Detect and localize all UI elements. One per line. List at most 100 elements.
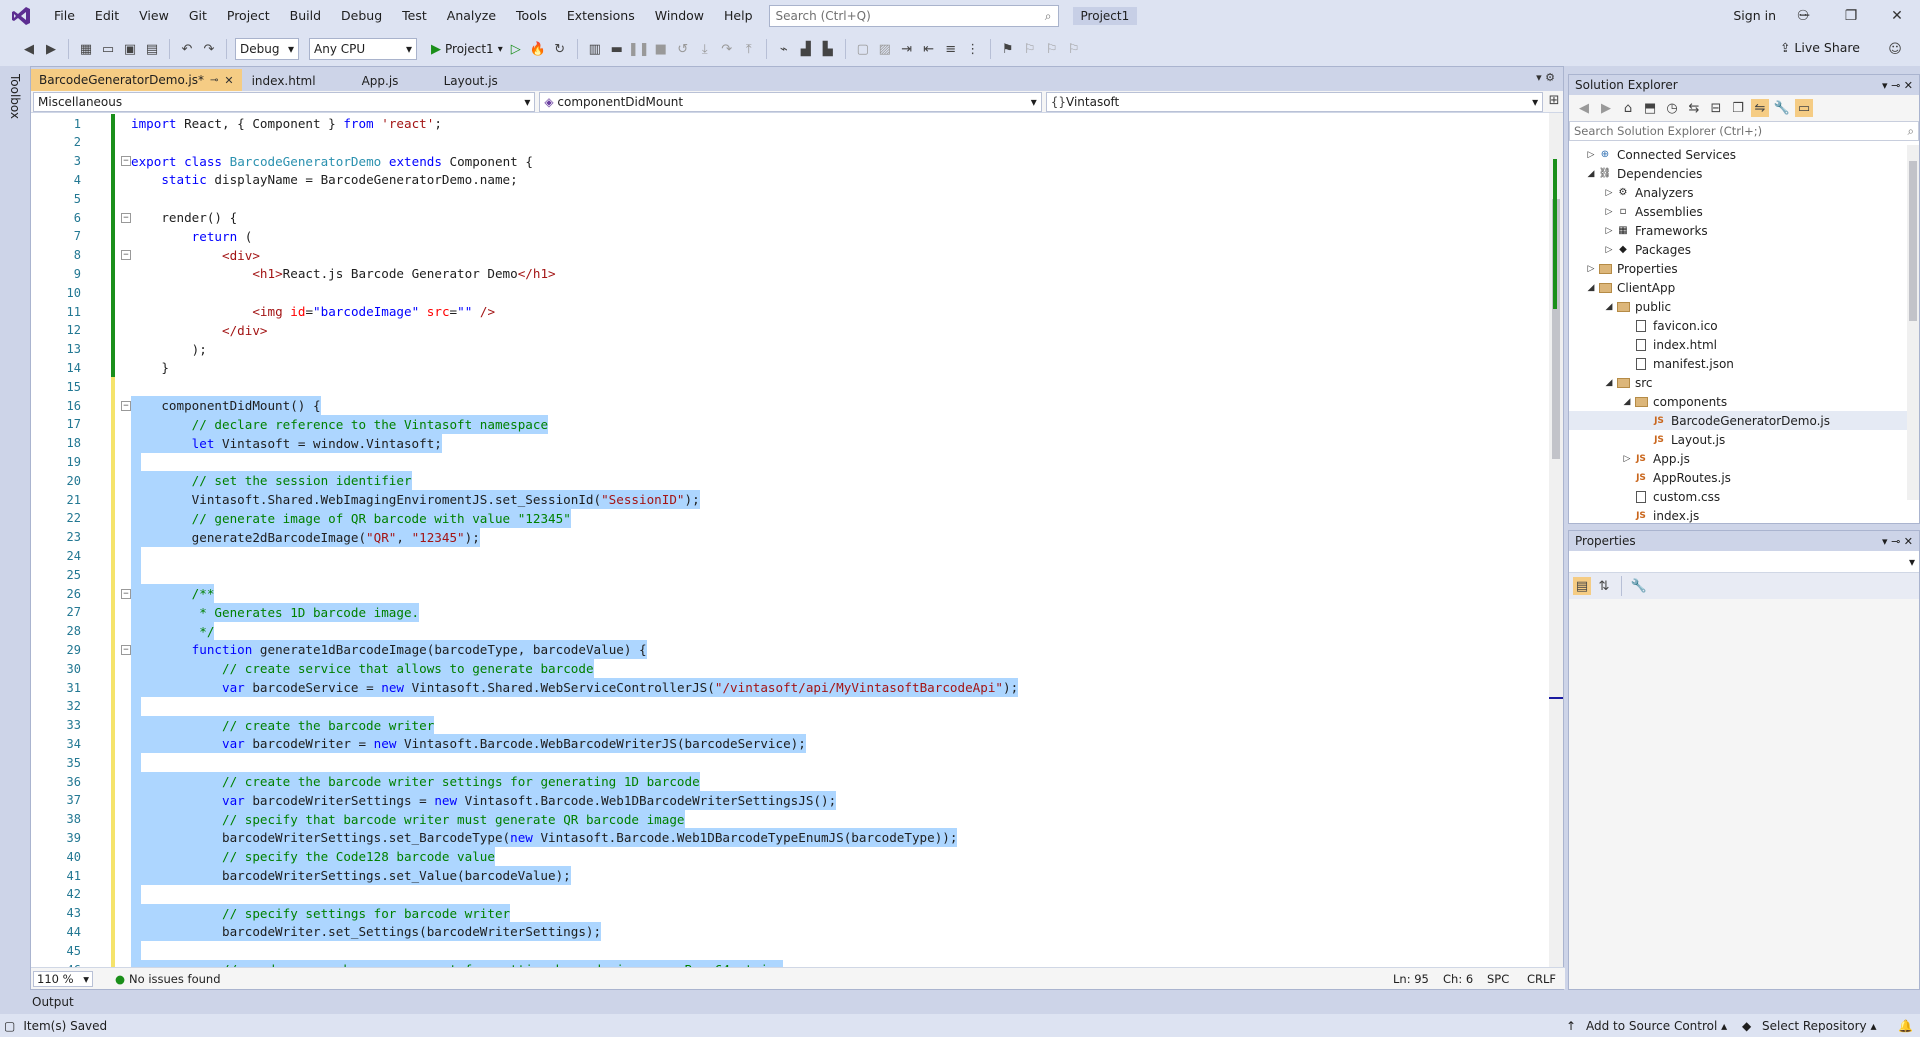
- pin-icon[interactable]: ⊸: [210, 75, 218, 86]
- panel-controls-icon[interactable]: ▾ ⊸ ✕: [1882, 535, 1913, 548]
- back-icon[interactable]: ◀: [1575, 99, 1593, 117]
- tree-item[interactable]: manifest.json: [1569, 354, 1909, 373]
- show-all-files-icon[interactable]: ❐: [1729, 99, 1747, 117]
- tab-layout-js[interactable]: Layout.js: [435, 71, 528, 91]
- split-editor-icon[interactable]: ⊞: [1545, 91, 1563, 109]
- uncomment-icon[interactable]: ▨: [876, 40, 894, 58]
- editor-vertical-scrollbar[interactable]: [1549, 113, 1563, 967]
- restore-button[interactable]: ❐: [1828, 0, 1874, 32]
- stop-icon[interactable]: ■: [652, 40, 670, 58]
- expand-arrow-icon[interactable]: ◢: [1585, 283, 1597, 293]
- output-tab[interactable]: Output: [30, 990, 1564, 1014]
- comment-block-icon[interactable]: ⋮: [964, 40, 982, 58]
- code-text-area[interactable]: 1 import React, { Component } from 'react…: [31, 113, 1531, 967]
- tree-item[interactable]: favicon.ico: [1569, 316, 1909, 335]
- layout-icon[interactable]: ▬: [608, 40, 626, 58]
- indent-icon[interactable]: ⇥: [898, 40, 916, 58]
- expand-arrow-icon[interactable]: ◢: [1603, 302, 1615, 312]
- select-repository-button[interactable]: Select Repository ▴: [1762, 1019, 1877, 1033]
- expand-arrow-icon[interactable]: ▷: [1603, 207, 1615, 217]
- expand-arrow-icon[interactable]: ◢: [1621, 397, 1633, 407]
- expand-arrow-icon[interactable]: ◢: [1603, 378, 1615, 388]
- bookmark-icon[interactable]: ⚑: [999, 40, 1017, 58]
- tree-item[interactable]: JS BarcodeGeneratorDemo.js: [1569, 411, 1909, 430]
- tree-item[interactable]: ▷ ▦ Frameworks: [1569, 221, 1909, 240]
- menu-item-debug[interactable]: Debug: [331, 0, 392, 32]
- tree-item[interactable]: JS Layout.js: [1569, 430, 1909, 449]
- issues-status[interactable]: No issues found: [129, 972, 220, 986]
- tree-item[interactable]: ▷ ⚙ Analyzers: [1569, 183, 1909, 202]
- tree-item[interactable]: ▷ JS App.js: [1569, 449, 1909, 468]
- step-over-icon[interactable]: ↷: [718, 40, 736, 58]
- format-icon[interactable]: ≡: [942, 40, 960, 58]
- chart-icon[interactable]: ▟: [797, 40, 815, 58]
- visual-studio-logo-icon[interactable]: [10, 5, 32, 27]
- comment-icon[interactable]: ▢: [854, 40, 872, 58]
- menu-item-analyze[interactable]: Analyze: [437, 0, 506, 32]
- tree-item[interactable]: ▷ Properties: [1569, 259, 1909, 278]
- object-select[interactable]: ▾: [1569, 551, 1919, 573]
- expand-arrow-icon[interactable]: ▷: [1603, 226, 1615, 236]
- home-icon[interactable]: ⌂: [1619, 99, 1637, 117]
- fold-toggle-icon[interactable]: −: [121, 588, 131, 599]
- expand-arrow-icon[interactable]: ▷: [1585, 150, 1597, 160]
- tree-item[interactable]: ◢ src: [1569, 373, 1909, 392]
- fold-toggle-icon[interactable]: −: [121, 644, 131, 655]
- prev-bookmark-icon[interactable]: ⚐: [1021, 40, 1039, 58]
- tree-item[interactable]: custom.css: [1569, 487, 1909, 506]
- forward-icon[interactable]: ▶: [1597, 99, 1615, 117]
- hot-reload-icon[interactable]: 🔥: [529, 40, 547, 58]
- pause-icon[interactable]: ❚❚: [628, 40, 650, 58]
- tree-item[interactable]: ◢ components: [1569, 392, 1909, 411]
- sign-in-link[interactable]: Sign in: [1733, 0, 1776, 32]
- close-button[interactable]: ✕: [1874, 0, 1920, 32]
- back-icon[interactable]: ◀: [20, 40, 38, 58]
- menu-item-git[interactable]: Git: [179, 0, 217, 32]
- scope-dropdown[interactable]: Miscellaneous ▾: [33, 92, 536, 112]
- menu-item-edit[interactable]: Edit: [85, 0, 129, 32]
- sync-icon[interactable]: ⇆: [1685, 99, 1703, 117]
- track-active-icon[interactable]: ⇋: [1751, 99, 1769, 117]
- toolbox-tab[interactable]: Toolbox: [8, 74, 22, 119]
- menu-item-project[interactable]: Project: [217, 0, 280, 32]
- fold-toggle-icon[interactable]: −: [121, 400, 131, 411]
- outdent-icon[interactable]: ⇤: [920, 40, 938, 58]
- tree-item[interactable]: ▷ ▫ Assemblies: [1569, 202, 1909, 221]
- step-into-icon[interactable]: ⤓: [696, 40, 714, 58]
- new-project-icon[interactable]: ▦: [77, 40, 95, 58]
- live-share-button[interactable]: ⇪ Live Share: [1780, 40, 1860, 55]
- line-ending-indicator[interactable]: CRLF: [1527, 972, 1556, 986]
- tab-app-js[interactable]: App.js: [353, 71, 434, 91]
- refresh-icon[interactable]: ↻: [551, 40, 569, 58]
- tree-item[interactable]: JS index.js: [1569, 506, 1909, 525]
- tab-index-html[interactable]: index.html: [243, 71, 352, 91]
- open-folder-icon[interactable]: ▭: [99, 40, 117, 58]
- browser-link-icon[interactable]: ▥: [586, 40, 604, 58]
- properties-icon[interactable]: 🔧: [1773, 99, 1791, 117]
- tree-item[interactable]: ◢ public: [1569, 297, 1909, 316]
- configuration-select[interactable]: Debug ▾: [235, 38, 299, 60]
- categorized-icon[interactable]: ▤: [1573, 577, 1591, 595]
- scrollbar-thumb[interactable]: [1909, 161, 1917, 321]
- menu-item-extensions[interactable]: Extensions: [557, 0, 645, 32]
- clear-bookmarks-icon[interactable]: ⚐: [1065, 40, 1083, 58]
- run-button[interactable]: ▶ Project1 ▾: [431, 42, 503, 57]
- alphabetical-icon[interactable]: ⇅: [1595, 577, 1613, 595]
- line-indicator[interactable]: Ln: 95: [1393, 972, 1429, 986]
- menu-item-file[interactable]: File: [44, 0, 85, 32]
- add-to-source-control-button[interactable]: Add to Source Control ▴: [1586, 1019, 1727, 1033]
- tree-item[interactable]: ◢ ClientApp: [1569, 278, 1909, 297]
- whitespace-indicator[interactable]: SPC: [1487, 972, 1509, 986]
- member-dropdown[interactable]: ◈ componentDidMount ▾: [539, 92, 1042, 112]
- save-all-icon[interactable]: ▤: [143, 40, 161, 58]
- expand-arrow-icon[interactable]: ▷: [1621, 454, 1633, 464]
- menu-item-help[interactable]: Help: [714, 0, 763, 32]
- zoom-select[interactable]: 110 % ▾: [33, 970, 93, 987]
- switch-views-icon[interactable]: ⬒: [1641, 99, 1659, 117]
- save-icon[interactable]: ▣: [121, 40, 139, 58]
- collapse-all-icon[interactable]: ⊟: [1707, 99, 1725, 117]
- tree-item[interactable]: ▷ ◆ Packages: [1569, 240, 1909, 259]
- redo-icon[interactable]: ↷: [200, 40, 218, 58]
- solution-search-box[interactable]: Search Solution Explorer (Ctrl+;) ⌕: [1569, 121, 1919, 141]
- fold-toggle-icon[interactable]: −: [121, 156, 131, 167]
